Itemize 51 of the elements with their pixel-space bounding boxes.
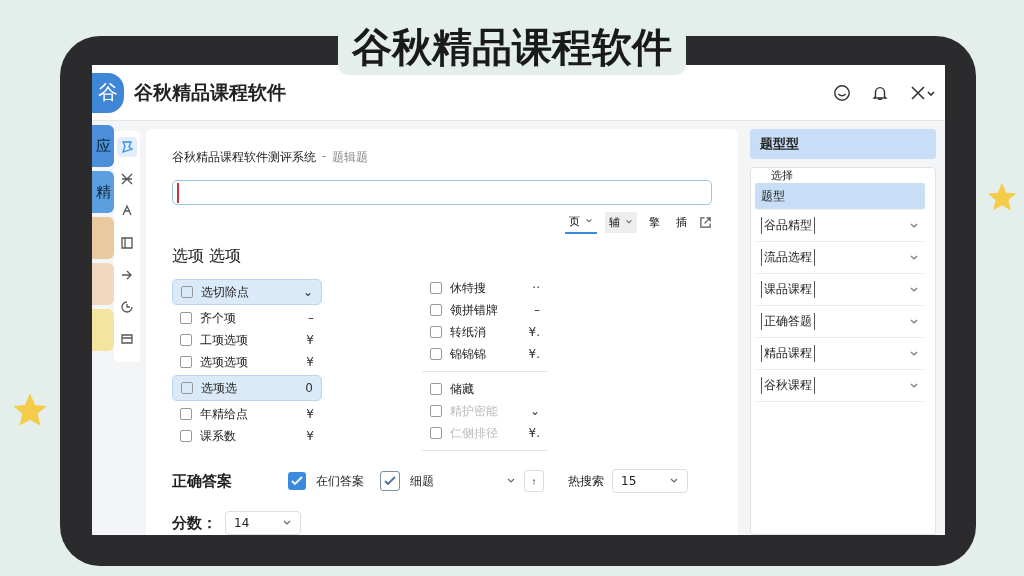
section-title: 选项 选项	[172, 246, 243, 267]
app-tile[interactable]: 应	[92, 125, 114, 167]
up-button[interactable]: ↑	[524, 470, 544, 492]
caret-icon	[625, 218, 633, 226]
option-item[interactable]: 选项选项 ¥	[172, 351, 322, 373]
option-item[interactable]: 齐个项 –	[172, 307, 322, 329]
option-item[interactable]: 选项选 0	[172, 375, 322, 401]
option-item[interactable]: 储藏	[422, 378, 548, 400]
breadcrumb-separator: -	[322, 149, 327, 165]
answer-checkbox[interactable]: 细题	[380, 471, 434, 491]
type-item[interactable]: 精品课程	[755, 338, 925, 370]
type-item[interactable]: 谷秋课程	[755, 370, 925, 402]
question-input[interactable]	[172, 180, 712, 205]
type-item[interactable]: 谷品精型	[755, 210, 925, 242]
breadcrumb-current: 题辑题	[332, 149, 369, 166]
app-tile[interactable]	[92, 217, 114, 259]
option-item[interactable]: 锦锦锦 ¥.	[422, 343, 548, 365]
score-select[interactable]: 14	[225, 511, 301, 535]
type-item[interactable]: 课品课程	[755, 274, 925, 306]
close-icon[interactable]	[909, 83, 935, 102]
option-item[interactable]: 课系数 ¥	[172, 425, 322, 447]
type-item[interactable]: 流品选程	[755, 242, 925, 274]
search-select[interactable]: 15	[612, 469, 688, 493]
tool-icon[interactable]	[117, 137, 137, 157]
type-item[interactable]: 正确答题	[755, 306, 925, 338]
score-label: 分数：	[172, 513, 217, 533]
app-tile[interactable]: 精	[92, 171, 114, 213]
option-item[interactable]: 领拼错牌 –	[422, 299, 548, 321]
toolbar-button[interactable]: 页	[565, 211, 597, 234]
search-label: 热搜索	[568, 472, 604, 490]
answer-label: 正确答案	[172, 471, 233, 491]
option-item[interactable]: 年精给点 ¥	[172, 403, 322, 425]
smile-icon[interactable]	[833, 83, 851, 102]
app-tile[interactable]	[92, 263, 114, 305]
list-caption: 选择	[770, 168, 794, 183]
toolbar-button[interactable]: 擎	[645, 212, 664, 233]
panel-header: 题型型	[750, 129, 936, 159]
type-item[interactable]: 题型	[755, 183, 925, 210]
app-logo: 谷	[92, 72, 124, 113]
answer-checkbox[interactable]: 在们答案	[288, 472, 364, 490]
option-item[interactable]: 选切除点 ⌄	[172, 279, 322, 305]
option-item[interactable]: 工项选项 ¥	[172, 329, 322, 351]
breadcrumb-root[interactable]: 谷秋精品课程软件测评系统	[172, 149, 316, 166]
app-tile[interactable]	[92, 309, 114, 351]
external-link-icon[interactable]	[699, 216, 712, 229]
toolbar-button[interactable]: 插	[672, 212, 691, 233]
toolbar-button[interactable]: 辅	[605, 212, 637, 233]
option-item[interactable]: 转纸消 ¥.	[422, 321, 548, 343]
option-item[interactable]: 休特搜 ··	[422, 277, 548, 299]
app-title: 谷秋精品课程软件	[134, 79, 287, 105]
caret-icon	[585, 217, 593, 225]
